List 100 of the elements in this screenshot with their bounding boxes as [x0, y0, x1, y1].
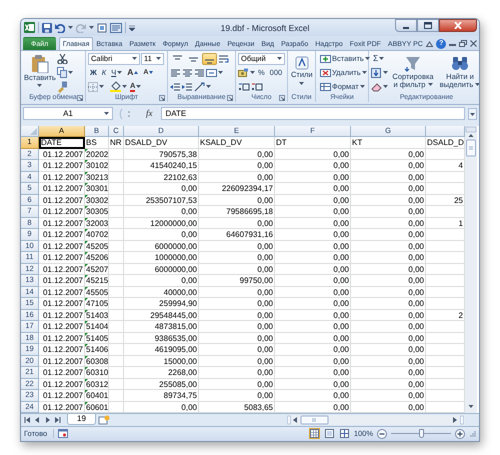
caret-icon: [68, 26, 73, 29]
table-cell: 0,00: [124, 229, 199, 240]
table-cell: [109, 298, 124, 310]
table-cell: [109, 332, 124, 344]
next-sheet-icon[interactable]: [44, 416, 51, 424]
table-cell: 79586695,18: [199, 206, 275, 218]
table-cell: 51406: [85, 344, 109, 356]
view-button[interactable]: [308, 428, 320, 439]
caret-icon: [136, 85, 142, 88]
align-bottom-button[interactable]: [202, 52, 217, 64]
format-painter-icon[interactable]: [57, 80, 68, 92]
copy-icon[interactable]: [57, 67, 67, 78]
first-sheet-icon[interactable]: [24, 416, 31, 424]
table-cell: 0,00: [199, 390, 275, 402]
table-cell: 0,00: [351, 275, 426, 286]
table-cell: 41540240,15: [124, 160, 199, 172]
table-cell: 0,00: [351, 206, 426, 218]
table-cell: 0,00: [275, 194, 351, 206]
formula-field[interactable]: DATE: [160, 107, 465, 120]
table-cell: 0,00: [275, 390, 351, 402]
view-button[interactable]: [324, 428, 335, 439]
eraser-icon[interactable]: [371, 82, 382, 92]
align-right-icon[interactable]: [194, 68, 205, 78]
table-cell: 6000000,00: [124, 264, 199, 275]
table-cell: [109, 183, 124, 194]
view-button[interactable]: [338, 428, 350, 439]
table-cell: 0,00: [275, 160, 351, 172]
zoom-slider-thumb[interactable]: [418, 429, 424, 438]
table-cell: 51403: [85, 310, 109, 321]
save-icon[interactable]: [42, 22, 52, 32]
table-cell: 30302: [85, 194, 109, 206]
align-left-icon[interactable]: [170, 68, 181, 78]
table-cell: 0,00: [351, 160, 426, 172]
spreadsheet-logo-icon[interactable]: [24, 22, 35, 33]
table-cell: [109, 344, 124, 356]
decrease-indent-icon[interactable]: [170, 82, 181, 92]
collapse-ribbon-icon[interactable]: [426, 40, 434, 46]
autosum-button[interactable]: Σ: [371, 53, 386, 64]
close-icon[interactable]: [470, 40, 478, 47]
macro-record-icon[interactable]: [58, 429, 68, 438]
borders-icon[interactable]: [88, 82, 98, 92]
table-cell: 64607931,16: [199, 229, 275, 240]
caret-icon: [379, 57, 384, 60]
table-cell: DT: [275, 137, 351, 148]
new-sheet-icon[interactable]: [98, 414, 110, 424]
dialog-launcher-icon[interactable]: [227, 95, 233, 101]
table-cell: [109, 240, 124, 252]
table-cell: 1000000,00: [124, 252, 199, 264]
wrap-text-icon[interactable]: [218, 54, 229, 64]
close-button[interactable]: [439, 19, 477, 32]
caret-icon: [250, 71, 255, 74]
merge-cells-icon[interactable]: [206, 68, 217, 78]
caret-icon: [277, 57, 282, 60]
form-icon[interactable]: [110, 22, 122, 32]
customize-toolbar-icon[interactable]: [129, 24, 135, 30]
table-cell: [109, 160, 124, 172]
table-cell: 0,00: [275, 344, 351, 356]
grow-font-button[interactable]: A: [125, 67, 140, 78]
table-cell: 0,00: [275, 298, 351, 310]
dialog-launcher-icon[interactable]: [159, 95, 165, 101]
cut-icon[interactable]: [57, 54, 68, 64]
zoom-in-icon[interactable]: [455, 428, 465, 438]
minimize-button[interactable]: [395, 19, 417, 32]
table-cell: 01.12.2007: [39, 390, 85, 402]
table-cell: 0,00: [199, 264, 275, 275]
align-center-icon[interactable]: [182, 68, 193, 78]
close-icon: [454, 22, 462, 29]
name-box[interactable]: A1: [23, 107, 113, 120]
vertical-scrollbar[interactable]: [465, 126, 477, 413]
table-cell: 45205: [85, 240, 109, 252]
restore-icon[interactable]: [459, 40, 468, 47]
expand-formula-bar-icon[interactable]: [468, 108, 477, 120]
caret-icon: [383, 71, 388, 74]
table-cell: 01.12.2007: [39, 344, 85, 356]
previous-sheet-icon[interactable]: [34, 416, 41, 424]
table-cell: 01.12.2007: [39, 298, 85, 310]
table-cell: 0,00: [275, 183, 351, 194]
horizontal-scrollbar[interactable]: [287, 414, 465, 424]
caret-icon: [364, 57, 370, 60]
maximize-button[interactable]: [417, 19, 439, 32]
fill-down-icon[interactable]: [371, 68, 382, 78]
sheet-tab[interactable]: 19: [67, 414, 96, 425]
dialog-launcher-icon[interactable]: [77, 95, 83, 101]
table-cell: 0,00: [199, 286, 275, 298]
insert-function-button[interactable]: fx: [141, 108, 158, 119]
table-cell: [109, 390, 124, 402]
table-cell: 51404: [85, 321, 109, 332]
increase-indent-icon[interactable]: [182, 82, 193, 92]
text-orientation-icon[interactable]: [194, 82, 205, 92]
zoom-out-icon[interactable]: [377, 428, 387, 438]
dialog-launcher-icon[interactable]: [279, 95, 285, 101]
table-cell: 29548445,00: [124, 310, 199, 321]
table-cell: 01.12.2007: [39, 264, 85, 275]
undo-icon[interactable]: [55, 22, 65, 32]
table-cell: 01.12.2007: [39, 229, 85, 240]
table-cell: 0,00: [275, 229, 351, 240]
caret-icon: [206, 85, 211, 88]
table-cell: [109, 310, 124, 321]
fill-color-icon[interactable]: [110, 81, 121, 92]
last-sheet-icon[interactable]: [54, 416, 61, 424]
